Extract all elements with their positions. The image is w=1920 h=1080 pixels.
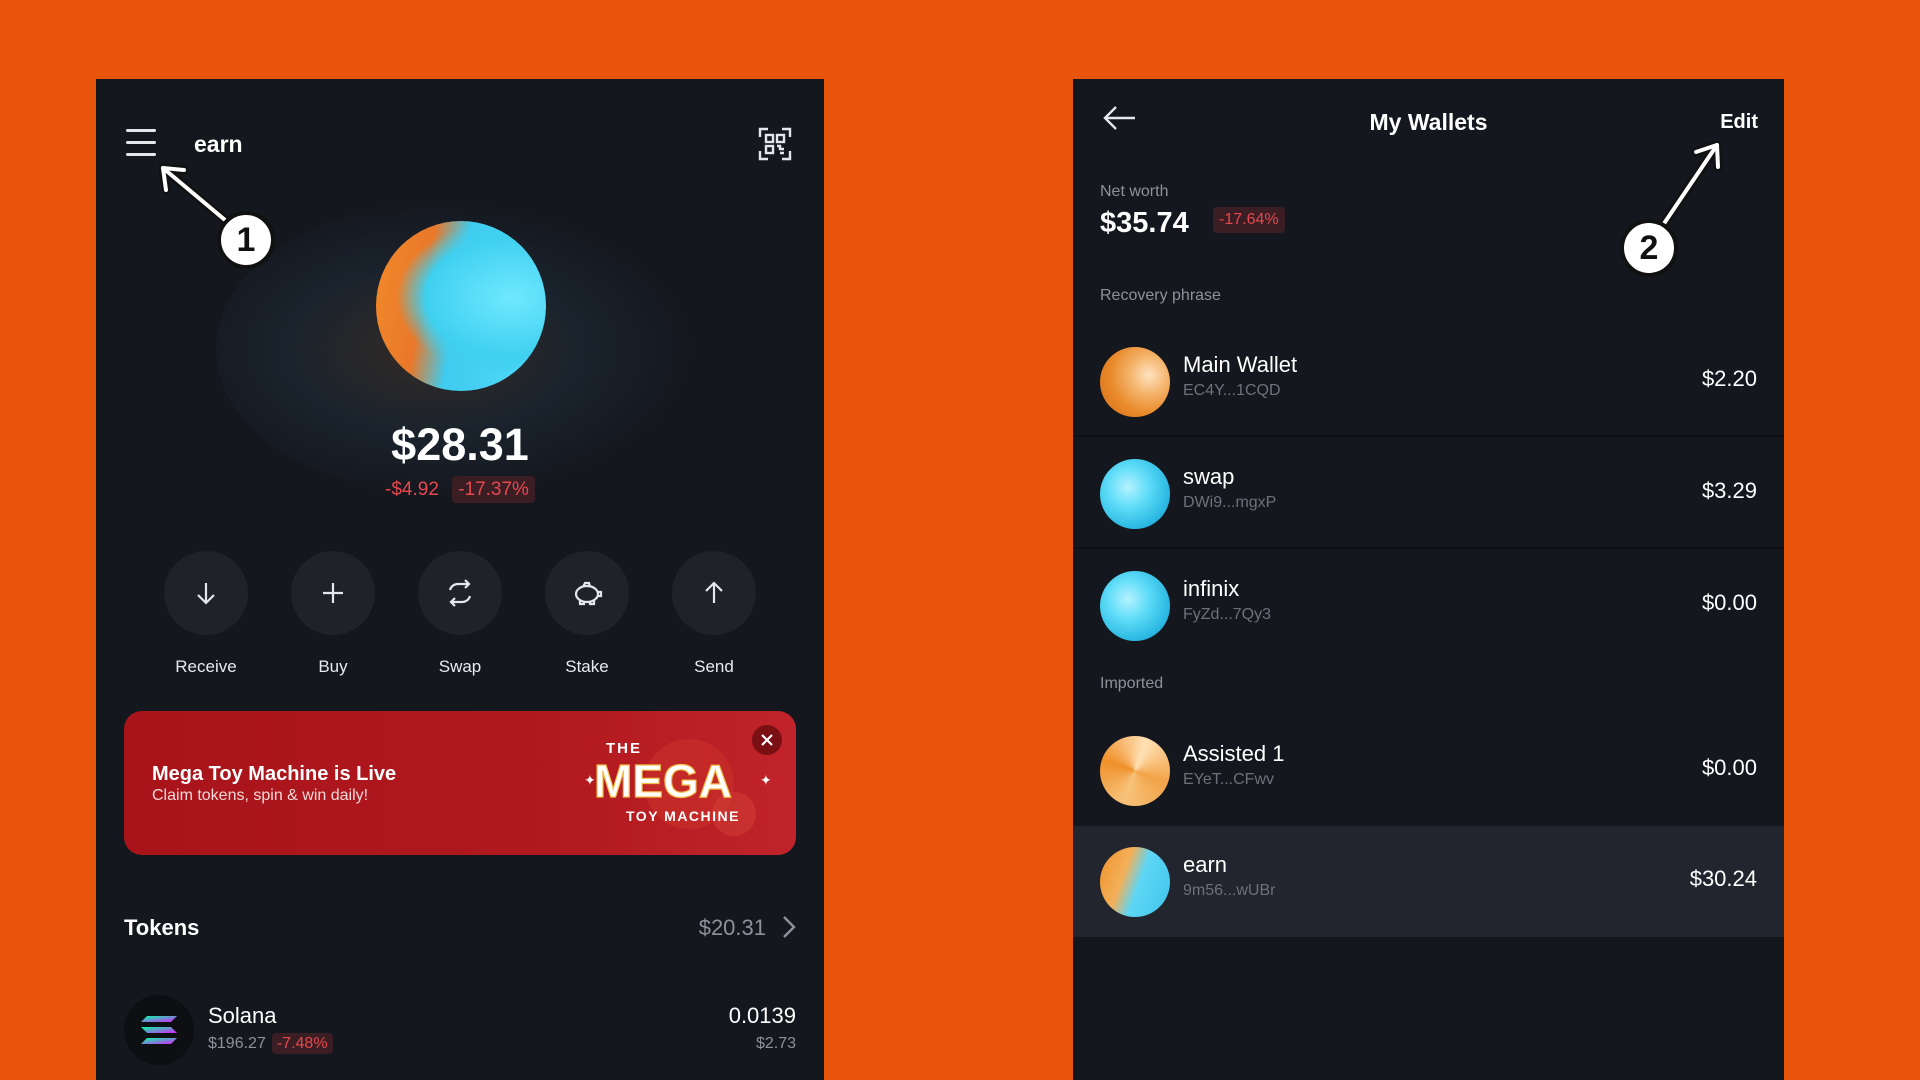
wallet-row-main-wallet[interactable]: Main Wallet EC4Y...1CQD $2.20 [1073,326,1784,437]
wallet-row-assisted-1[interactable]: Assisted 1 EYeT...CFwv $0.00 [1073,715,1784,826]
wallet-balance: $3.29 [1701,478,1757,503]
step-2-badge: 2 [1620,219,1678,277]
swap-icon [448,579,472,607]
my-wallets-screen: My Wallets Edit Net worth $35.74 -17.64%… [1073,79,1784,1080]
svg-text:✦: ✦ [584,772,596,788]
edit-button[interactable]: Edit [1720,111,1758,134]
balance-change-amount: -$4.92 [385,479,439,500]
wallet-balance: $30.24 [1689,866,1757,891]
promo-title: Mega Toy Machine is Live [152,763,397,785]
send-label: Send [694,657,734,676]
tokens-total-value: $20.31 [698,915,766,940]
current-wallet-name[interactable]: earn [194,131,243,158]
step-1-badge: 1 [217,211,275,269]
qr-scan-icon[interactable] [758,127,792,161]
swap-button[interactable]: Swap [410,551,510,677]
token-amount: 0.0139 [728,1003,796,1028]
wallet-address: FyZd...7Qy3 [1183,606,1272,623]
promo-subtitle: Claim tokens, spin & win daily! [152,787,369,804]
wallet-name: Main Wallet [1183,352,1298,377]
token-value: $2.73 [755,1035,796,1052]
net-worth-label: Net worth [1100,183,1169,200]
wallet-avatar [1100,459,1170,529]
token-price: $196.27 -7.48% [208,1033,333,1054]
wallet-name: infinix [1183,576,1240,601]
svg-text:✦: ✦ [760,772,772,788]
mega-toy-machine-logo: THE MEGA TOY MACHINE ✦ ✦ [584,739,772,836]
promo-banner[interactable]: Mega Toy Machine is Live Claim tokens, s… [124,711,796,855]
chevron-right-icon[interactable] [782,915,796,944]
receive-label: Receive [175,657,237,676]
arrow-down-icon [197,583,215,605]
token-row[interactable]: Solana $196.27 -7.48% 0.0139 $2.73 [124,995,796,1065]
receive-button[interactable]: Receive [156,551,256,677]
logo-text-main: MEGA [594,755,732,807]
wallet-avatar [1100,347,1170,417]
close-promo-button[interactable] [752,725,782,755]
stake-button[interactable]: Stake [537,551,637,677]
logo-text-bottom: TOY MACHINE [626,808,740,824]
wallet-name: swap [1183,464,1235,489]
balance-change: -$4.92 -17.37% [96,476,824,503]
page-title: My Wallets [1369,109,1488,135]
token-name: Solana [208,1003,277,1028]
wallet-address: EC4Y...1CQD [1183,382,1281,399]
wallet-address: EYeT...CFwv [1183,771,1274,788]
imported-label: Imported [1100,675,1164,692]
wallet-row-swap[interactable]: swap DWi9...mgxP $3.29 [1073,438,1784,549]
solana-icon [124,995,194,1065]
arrow-up-icon [705,581,723,603]
swap-label: Swap [438,657,482,676]
recovery-phrase-label: Recovery phrase [1100,287,1221,304]
token-price-value: $196.27 [208,1035,266,1052]
stake-label: Stake [565,657,609,676]
buy-button[interactable]: Buy [283,551,383,677]
buy-label: Buy [318,657,348,676]
wallet-balance: $0.00 [1701,590,1757,615]
total-balance: $28.31 [391,419,529,470]
balance-change-percent: -17.37% [452,476,535,503]
wallet-name: Assisted 1 [1183,741,1285,766]
wallet-home-screen: earn $28.31 -$4.92 -17.37% Receive Buy S… [96,79,824,1080]
plus-icon [323,583,343,603]
wallet-address: DWi9...mgxP [1183,494,1277,511]
close-icon [761,734,773,746]
wallet-avatar-orb [376,221,546,391]
wallet-avatar [1100,736,1170,806]
wallet-name: earn [1183,852,1228,877]
hamburger-menu-button[interactable] [126,129,158,157]
net-worth-change: -17.64% [1213,207,1285,233]
tokens-section-title: Tokens [124,915,200,940]
wallet-balance: $2.20 [1701,366,1757,391]
token-price-change: -7.48% [271,1033,333,1054]
wallet-balance: $0.00 [1701,755,1757,780]
net-worth-value: $35.74 [1100,207,1189,239]
wallet-avatar [1100,847,1170,917]
wallet-avatar [1100,571,1170,641]
wallet-row-infinix[interactable]: infinix FyZd...7Qy3 $0.00 [1073,550,1784,661]
piggy-bank-icon [574,581,603,606]
send-button[interactable]: Send [664,551,764,677]
wallet-row-earn[interactable]: earn 9m56...wUBr $30.24 [1073,826,1784,937]
wallet-address: 9m56...wUBr [1183,882,1276,899]
